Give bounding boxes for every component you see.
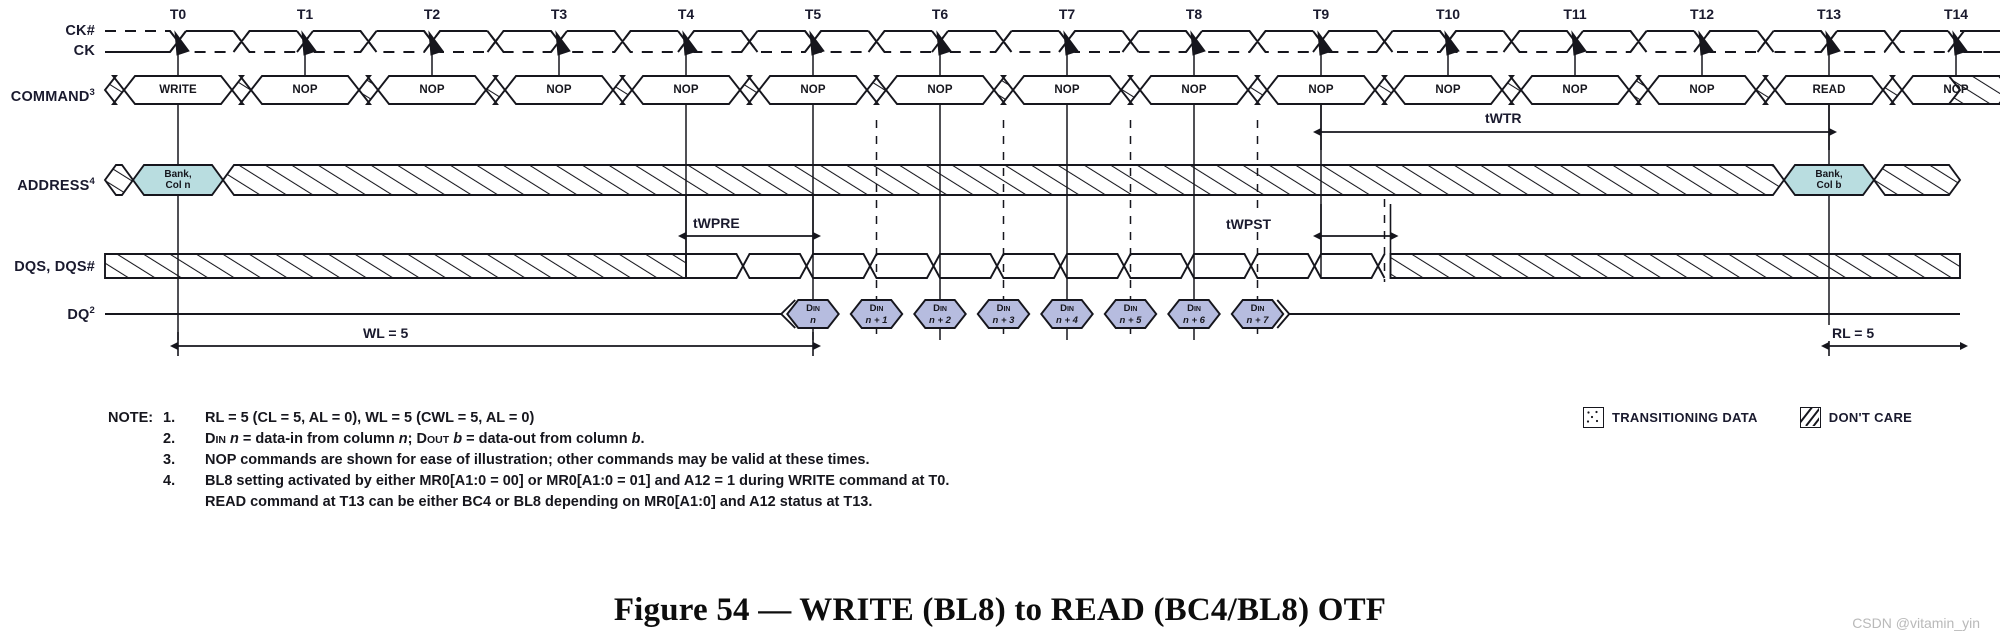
note-number: 1. <box>163 410 176 426</box>
note-number: 2. <box>163 431 176 447</box>
timing-label-twpre: tWPRE <box>689 215 744 231</box>
dq-cell-top: DIN <box>1123 303 1138 314</box>
legend-item-transitioning-data: TRANSITIONING DATA <box>1583 407 1758 428</box>
dq-data-cell-4: DIN n + 4 <box>1035 303 1099 326</box>
legend-item-dont-care: DON'T CARE <box>1799 407 1913 428</box>
note-text: BL8 setting activated by either MR0[A1:0… <box>205 473 950 489</box>
dq-data-cell-1: DIN n + 1 <box>845 303 909 326</box>
figure-title: Figure 54 — WRITE (BL8) to READ (BC4/BL8… <box>613 592 1387 628</box>
dq-data-cell-6: DIN n + 6 <box>1162 303 1226 326</box>
dq-cell-top: DIN <box>996 303 1011 314</box>
dq-cell-bottom: n + 4 <box>1056 315 1078 326</box>
timing-label-twtr: tWTR <box>1481 110 1526 126</box>
legend-label-transitioning-data: TRANSITIONING DATA <box>1612 410 1758 425</box>
dq-cell-top: DIN <box>1250 303 1265 314</box>
dq-cell-bottom: n + 3 <box>992 315 1015 326</box>
note-number: 4. <box>163 473 176 489</box>
timing-label-wl: WL = 5 <box>359 325 413 341</box>
dq-cell-bottom: n + 7 <box>1246 315 1269 326</box>
dq-data-cell-5: DIN n + 5 <box>1099 303 1163 326</box>
dq-cell-bottom: n + 2 <box>929 315 951 326</box>
dq-cell-top: DIN <box>933 303 947 314</box>
transitioning-data-icon <box>1583 407 1604 428</box>
dq-cell-top: DIN <box>1187 303 1201 314</box>
dq-data-cell-7: DIN n + 7 <box>1226 303 1290 326</box>
timing-label-twpst: tWPST <box>1222 216 1276 232</box>
note-number: 3. <box>163 452 176 468</box>
dq-cell-top: DIN <box>1060 303 1074 314</box>
timing-diagram-figure: CK# CK COMMAND3 ADDRESS4 DQS, DQS# DQ2 T… <box>0 0 2000 644</box>
note-text: NOP commands are shown for ease of illus… <box>205 452 870 468</box>
dq-cell-bottom: n <box>810 315 816 326</box>
note-text: READ command at T13 can be either BC4 or… <box>205 494 873 510</box>
dq-data-cell-2: DIN n + 2 <box>908 303 972 326</box>
timing-label-rl: RL = 5 <box>1828 325 1879 341</box>
dq-data-cell-0: DIN n <box>781 303 845 326</box>
dq-cell-bottom: n + 6 <box>1183 315 1205 326</box>
dq-data-cell-3: DIN n + 3 <box>972 303 1036 326</box>
dont-care-icon <box>1799 407 1821 428</box>
note-text: DIN n = data-in from column n; DOUT b = … <box>205 431 645 447</box>
dq-cell-top: DIN <box>806 303 820 314</box>
notes-header: NOTE: <box>108 410 154 426</box>
note-text: RL = 5 (CL = 5, AL = 0), WL = 5 (CWL = 5… <box>205 410 535 426</box>
dq-cell-top: DIN <box>869 303 884 314</box>
legend: TRANSITIONING DATA DON'T CARE <box>1583 407 1912 428</box>
dq-cell-bottom: n + 1 <box>865 315 888 326</box>
dq-cell-bottom: n + 5 <box>1119 315 1142 326</box>
dq-burst-labels: DIN n DIN n + 1 DIN n + 2 DIN n + 3 DIN n + 4 DIN n… <box>0 0 2000 400</box>
legend-label-dont-care: DON'T CARE <box>1828 410 1913 425</box>
watermark: CSDN @vitamin_yin <box>1852 615 1980 631</box>
